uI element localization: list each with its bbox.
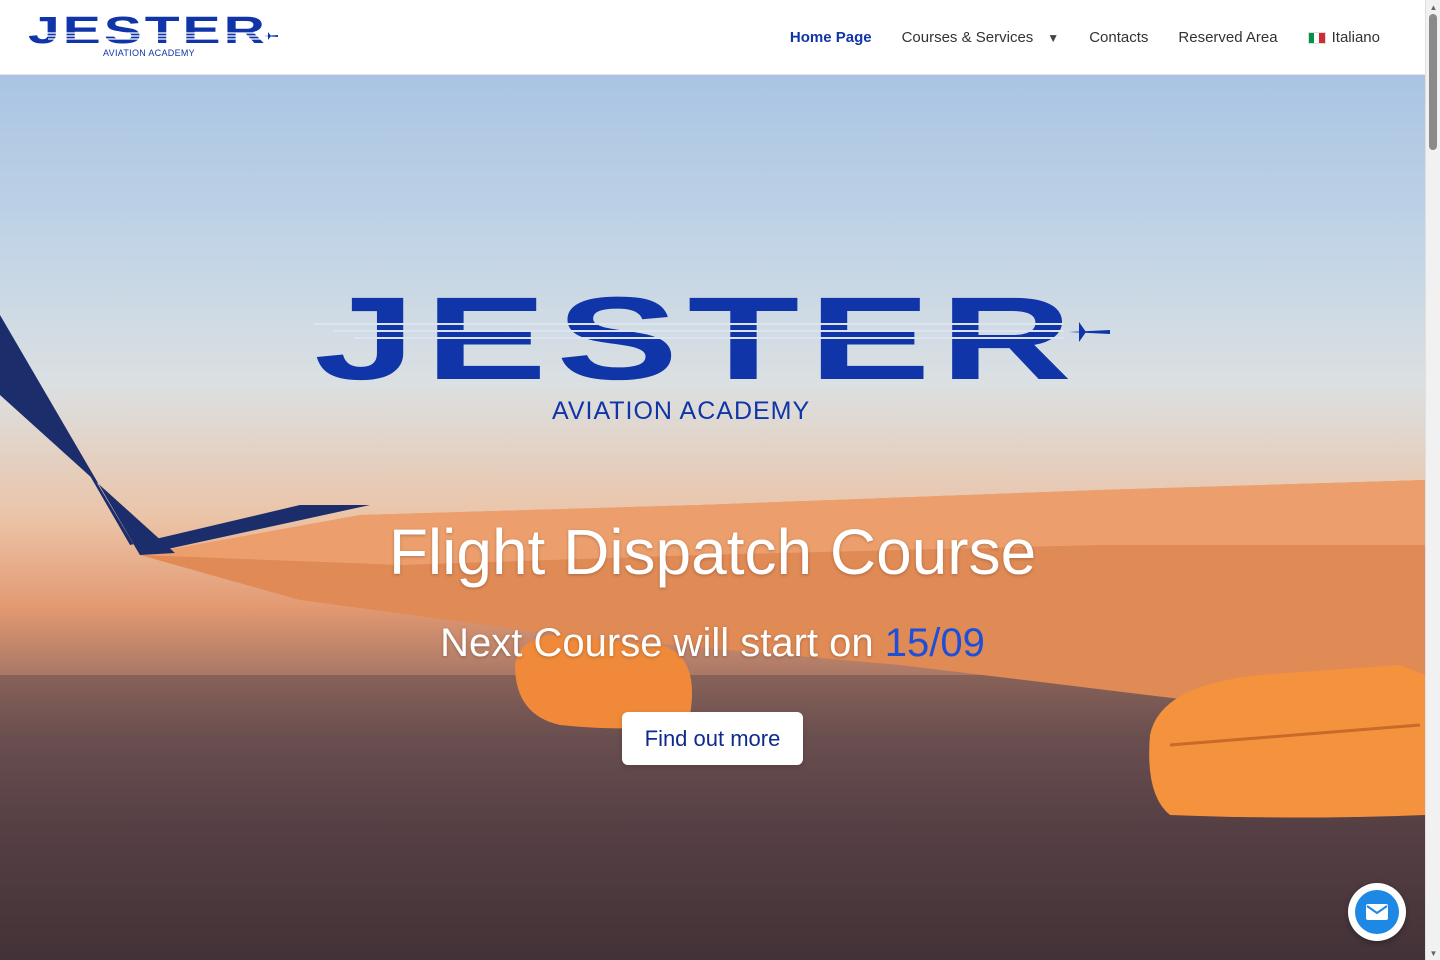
hero-logo: JESTER AVIATION ACADEMY xyxy=(314,280,1114,430)
scroll-up-arrow-icon[interactable]: ▲ xyxy=(1426,0,1440,14)
scrollbar-thumb[interactable] xyxy=(1429,14,1437,150)
site-logo[interactable]: JESTER AVIATION ACADEMY xyxy=(28,12,278,60)
italy-flag-icon xyxy=(1307,31,1326,44)
nav-reserved-area[interactable]: Reserved Area xyxy=(1178,29,1277,46)
nav-home-page-label: Home Page xyxy=(789,29,872,46)
scroll-down-arrow-icon[interactable]: ▼ xyxy=(1426,946,1440,960)
next-course-date: 15/09 xyxy=(884,621,985,665)
nav-courses-services[interactable]: Courses & Services ▼ xyxy=(902,29,1060,46)
hero-subtitle-text: Next Course will start on xyxy=(440,621,885,665)
nav-contacts[interactable]: Contacts xyxy=(1089,29,1148,46)
nav-language-italiano[interactable]: Italiano xyxy=(1307,29,1380,46)
hero-logo-subtitle: AVIATION ACADEMY xyxy=(552,397,811,425)
site-header: JESTER AVIATION ACADEMY Home Page Course… xyxy=(0,0,1425,75)
contact-mail-button[interactable] xyxy=(1348,883,1406,941)
nav-courses-services-label: Courses & Services xyxy=(901,29,1034,46)
page-scrollbar[interactable]: ▲ ▼ xyxy=(1425,0,1440,960)
nav-contacts-label: Contacts xyxy=(1089,29,1149,46)
find-out-more-button[interactable]: Find out more xyxy=(622,712,803,765)
logo-jet-lines xyxy=(28,32,278,40)
hero-title: Flight Dispatch Course xyxy=(388,516,1037,588)
hero-section: JESTER AVIATION ACADEMY Flight Dispatch … xyxy=(0,75,1425,960)
logo-subtitle: AVIATION ACADEMY xyxy=(103,48,195,58)
mail-icon xyxy=(1355,890,1399,934)
main-nav: Home Page Courses & Services ▼ Contacts … xyxy=(760,0,1380,75)
hero-logo-jet-lines xyxy=(314,322,1110,342)
nav-language-label: Italiano xyxy=(1331,29,1380,46)
hero-subtitle: Next Course will start on 15/09 xyxy=(0,621,1425,666)
nav-reserved-area-label: Reserved Area xyxy=(1178,29,1278,46)
chevron-down-icon[interactable]: ▼ xyxy=(1047,31,1059,45)
nav-home-page[interactable]: Home Page xyxy=(790,29,872,46)
